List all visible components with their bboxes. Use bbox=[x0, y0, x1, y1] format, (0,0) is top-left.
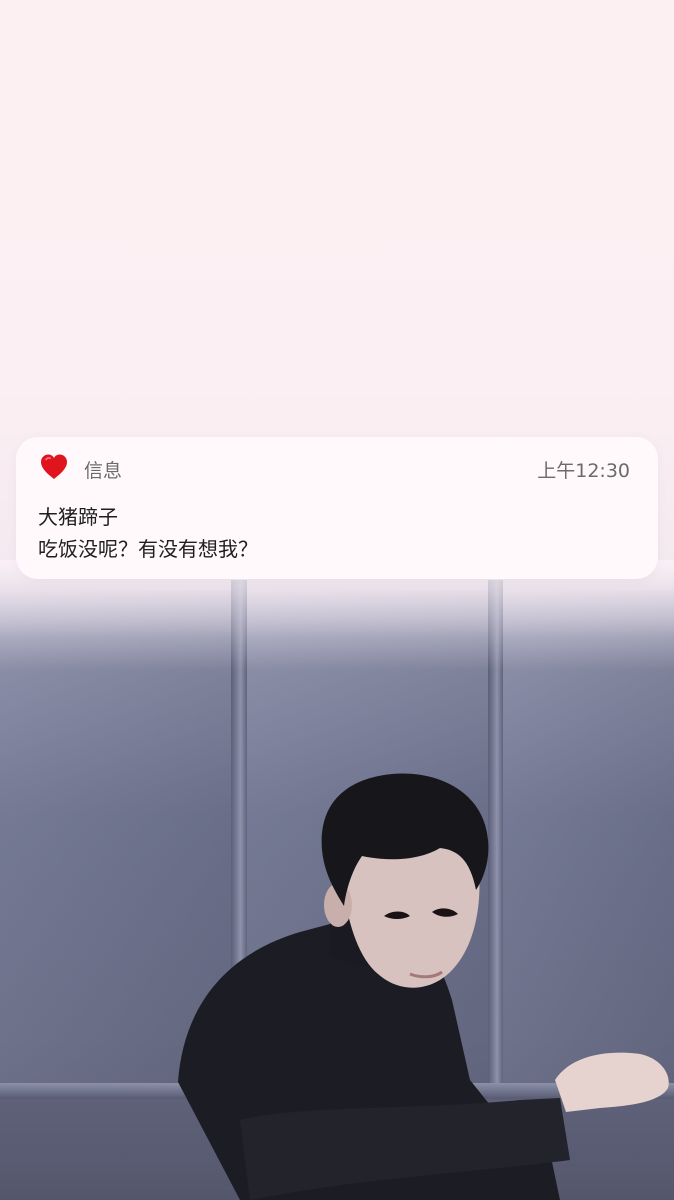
notification-header: 信息 上午12:30 bbox=[38, 451, 630, 485]
notification-sender: 大猪蹄子 bbox=[38, 505, 118, 529]
notification-time: 上午12:30 bbox=[537, 460, 630, 482]
wallpaper-photo bbox=[0, 560, 674, 1200]
lock-screen: 信息 上午12:30 大猪蹄子 吃饭没呢？有没有想我？ bbox=[0, 0, 674, 1200]
message-notification[interactable]: 信息 上午12:30 大猪蹄子 吃饭没呢？有没有想我？ bbox=[16, 437, 658, 579]
heart-icon bbox=[38, 451, 70, 483]
notification-message: 吃饭没呢？有没有想我？ bbox=[38, 537, 258, 561]
notification-app-name: 信息 bbox=[84, 460, 123, 482]
